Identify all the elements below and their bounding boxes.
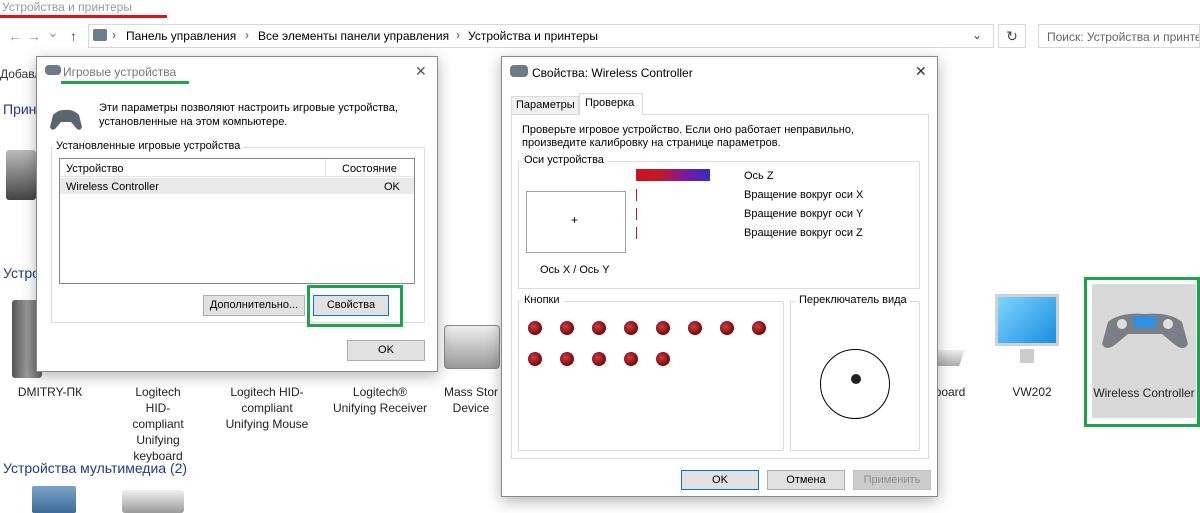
properties-dialog: Свойства: Wireless Controller ✕ Параметр… [501, 56, 938, 497]
control-panel-icon [93, 29, 107, 41]
dialog-title: Свойства: Wireless Controller [532, 66, 693, 80]
button-indicator-7 [720, 321, 734, 335]
row-device-name: Wireless Controller [66, 181, 159, 193]
game-controllers-dialog: Игровые устройства ✕ Эти параметры позво… [36, 56, 438, 372]
dialog-description: Эти параметры позволяют настроить игровы… [99, 102, 398, 128]
column-header-status[interactable]: Состояние [342, 163, 397, 175]
group-label: Установленные игровые устройства [53, 140, 244, 152]
column-divider [325, 159, 326, 177]
media-player-icon[interactable] [32, 486, 76, 513]
dialog-title: Игровые устройства [63, 65, 177, 79]
button-indicator-11 [592, 352, 606, 366]
recent-locations-icon[interactable]: ⌄ [47, 24, 59, 41]
gamepad-small-icon [45, 65, 61, 75]
device-label-logitech-receiver[interactable]: Logitech® Unifying Receiver [330, 384, 430, 416]
buttons-group-label: Кнопки [521, 294, 563, 306]
device-label-wireless-controller[interactable]: Wireless Controller [1092, 385, 1196, 401]
button-indicator-1 [528, 321, 542, 335]
xy-crosshair: + [571, 213, 579, 227]
device-label-logitech-keyboard[interactable]: Logitech HID-compliant Unifying keyboard [126, 384, 190, 464]
axis-label-z-rotation: Вращение вокруг оси Z [744, 227, 863, 239]
close-icon[interactable]: ✕ [415, 63, 427, 80]
button-indicator-10 [560, 352, 574, 366]
back-arrow-icon[interactable]: ← [8, 28, 22, 44]
button-indicator-3 [592, 321, 606, 335]
mass-storage-icon[interactable] [444, 325, 500, 369]
breadcrumb-separator: › [456, 28, 460, 42]
xy-axis-label: Ось X / Ось Y [540, 264, 610, 276]
printer-icon[interactable] [6, 150, 36, 200]
x-rotation-bar [636, 189, 637, 201]
media-device-icon[interactable] [122, 490, 184, 513]
row-status: OK [384, 181, 400, 193]
gamepad-large-icon [49, 107, 83, 133]
ok-button[interactable]: OK [681, 470, 759, 490]
breadcrumb-control-panel[interactable]: Панель управления [126, 29, 236, 43]
address-dropdown-icon[interactable]: ⌄ [972, 28, 982, 42]
axis-label-y-rotation: Вращение вокруг оси Y [744, 208, 864, 220]
gamepad-small-icon [510, 65, 528, 77]
window-title: Устройства и принтеры [2, 0, 132, 14]
tab-test[interactable]: Проверка [579, 93, 643, 115]
pov-group-label: Переключатель вида [796, 294, 910, 306]
column-header-device[interactable]: Устройство [66, 163, 124, 175]
section-header-printers: Прин [3, 101, 37, 117]
close-icon[interactable]: ✕ [915, 63, 927, 80]
button-indicator-2 [560, 321, 574, 335]
title-underline-red [0, 15, 167, 18]
device-label-dmitry-pc[interactable]: DMITRY-ПК [4, 384, 96, 400]
properties-button[interactable]: Свойства [313, 295, 389, 316]
z-axis-bar [636, 169, 710, 181]
ok-button[interactable]: OK [347, 340, 425, 361]
gamepad-icon [1100, 308, 1190, 352]
button-indicator-4 [624, 321, 638, 335]
breadcrumb-separator: › [112, 28, 116, 42]
button-indicator-13 [656, 352, 670, 366]
monitor-stand [1020, 349, 1034, 363]
tab-parameters[interactable]: Параметры [511, 96, 579, 114]
apply-button: Применить [853, 470, 931, 490]
y-rotation-bar [636, 208, 637, 220]
z-rotation-bar [636, 227, 637, 239]
pov-circle [820, 349, 890, 419]
devices-list[interactable]: Устройство Состояние Wireless Controller… [59, 158, 415, 284]
refresh-button[interactable]: ↻ [998, 24, 1026, 48]
title-underline-green [61, 81, 189, 84]
breadcrumb-devices-printers[interactable]: Устройства и принтеры [468, 29, 598, 43]
device-label-mass-storage[interactable]: Mass Stor Device [440, 384, 502, 416]
pov-center-dot [851, 374, 861, 384]
button-indicator-5 [656, 321, 670, 335]
advanced-button[interactable]: Дополнительно... [203, 295, 305, 316]
breadcrumb-all-items[interactable]: Все элементы панели управления [258, 29, 449, 43]
search-input[interactable]: Поиск: Устройства и принте [1038, 24, 1200, 48]
test-instruction: Проверьте игровое устройство. Если оно р… [522, 124, 855, 149]
button-indicator-6 [688, 321, 702, 335]
forward-arrow-icon[interactable]: → [27, 28, 41, 44]
axis-label-x-rotation: Вращение вокруг оси X [744, 189, 864, 201]
button-indicator-9 [528, 352, 542, 366]
section-header-devices: Устро [3, 265, 40, 281]
cancel-button[interactable]: Отмена [767, 470, 845, 490]
breadcrumb-separator: › [245, 28, 249, 42]
axis-label-z: Ось Z [744, 170, 774, 182]
monitor-icon[interactable] [995, 294, 1059, 346]
up-arrow-icon[interactable]: ↑ [70, 28, 77, 44]
button-indicator-8 [752, 321, 766, 335]
device-label-vw202[interactable]: VW202 [1000, 384, 1064, 400]
axes-group-label: Оси устройства [521, 154, 607, 166]
device-label-logitech-mouse[interactable]: Logitech HID-compliant Unifying Mouse [224, 384, 310, 432]
buttons-group [518, 301, 784, 451]
button-indicator-12 [624, 352, 638, 366]
